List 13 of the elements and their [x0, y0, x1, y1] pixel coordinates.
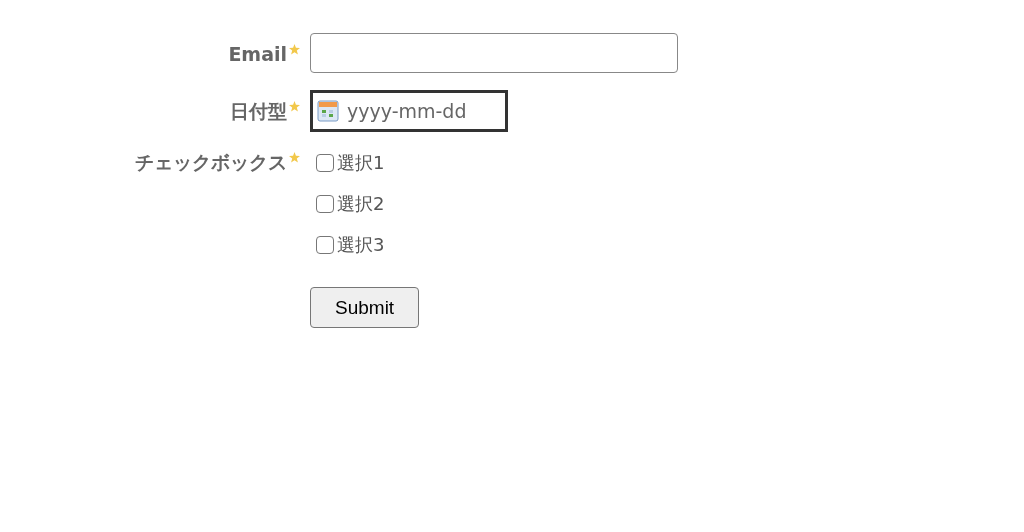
field-label: 日付型 — [230, 99, 287, 124]
checkbox-label[interactable]: 選択3 — [337, 234, 385, 256]
field-label: Email — [228, 42, 287, 67]
checkbox[interactable] — [316, 154, 334, 172]
calendar-icon — [317, 100, 339, 122]
submit-button[interactable]: Submit — [310, 287, 420, 328]
email-field[interactable] — [310, 33, 678, 73]
field-label: チェックボックス — [135, 150, 287, 175]
checkbox-label[interactable]: 選択2 — [337, 193, 385, 215]
checkbox-label[interactable]: 選択1 — [337, 152, 385, 174]
date-field[interactable]: yyyy-mm-dd — [310, 90, 508, 132]
checkbox[interactable] — [316, 195, 334, 213]
checkbox[interactable] — [316, 236, 334, 254]
